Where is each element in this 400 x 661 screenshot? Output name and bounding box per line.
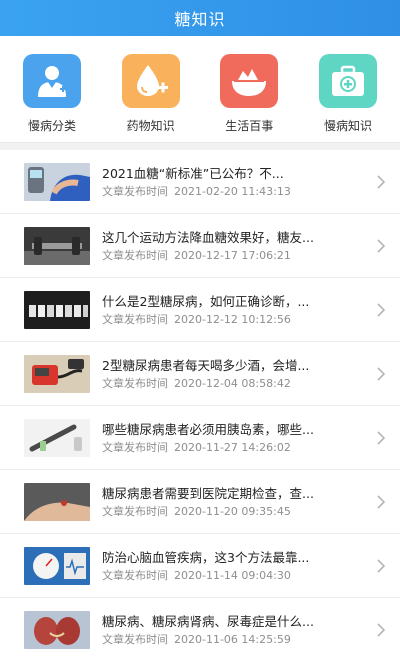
category-label: 慢病分类 [27, 119, 76, 133]
drop-plus-icon [121, 54, 180, 108]
article-item[interactable]: 2型糖尿病患者每天喝多少酒，会增... 文章发布时间 2020-12-04 08:… [0, 342, 400, 406]
article-meta: 文章发布时间 2020-11-20 09:35:45 [102, 505, 368, 519]
chevron-right-icon [377, 174, 386, 189]
article-title: 防治心脑血管疾病，这3个方法最靠... [102, 549, 310, 565]
publish-label: 文章发布时间 [102, 248, 168, 262]
article-title: 这几个运动方法降血糖效果好，糖友... [102, 229, 314, 245]
category-life-tips[interactable]: 生活百事 [215, 54, 283, 142]
article-thumbnail [24, 162, 90, 201]
publish-label: 文章发布时间 [102, 376, 168, 390]
article-meta: 文章发布时间 2021-02-20 11:43:13 [102, 185, 368, 199]
medical-kit-icon [318, 54, 377, 108]
article-thumbnail [24, 546, 90, 585]
publish-date: 2020-12-17 17:06:21 [174, 248, 291, 262]
article-meta: 文章发布时间 2020-12-17 17:06:21 [102, 249, 368, 263]
section-divider [0, 142, 400, 150]
publish-label: 文章发布时间 [102, 312, 168, 326]
article-item[interactable]: 什么是2型糖尿病，如何正确诊断，... 文章发布时间 2020-12-12 10:… [0, 278, 400, 342]
category-label: 药物知识 [126, 119, 175, 133]
article-item[interactable]: 糖尿病、糖尿病肾病、尿毒症是什么... 文章发布时间 2020-11-06 14:… [0, 598, 400, 661]
article-meta: 文章发布时间 2020-11-27 14:26:02 [102, 441, 368, 455]
category-chronic-types[interactable]: 慢病分类 [18, 54, 86, 142]
article-title: 什么是2型糖尿病，如何正确诊断，... [102, 293, 310, 309]
publish-label: 文章发布时间 [102, 504, 168, 518]
article-title: 糖尿病、糖尿病肾病、尿毒症是什么... [102, 613, 314, 629]
publish-label: 文章发布时间 [102, 632, 168, 646]
chevron-right-icon [377, 558, 386, 573]
category-label: 生活百事 [225, 119, 274, 133]
article-thumbnail [24, 610, 90, 649]
article-title: 糖尿病患者需要到医院定期检查，查... [102, 485, 314, 501]
chevron-right-icon [377, 622, 386, 637]
article-item[interactable]: 2021血糖“新标准”已公布？不... 文章发布时间 2021-02-20 11:… [0, 150, 400, 214]
article-item[interactable]: 哪些糖尿病患者必须用胰岛素，哪些... 文章发布时间 2020-11-27 14:… [0, 406, 400, 470]
publish-date: 2020-11-14 09:04:30 [174, 568, 291, 582]
category-bar: 慢病分类 药物知识 生活百事 慢病知识 [0, 36, 400, 142]
article-thumbnail [24, 290, 90, 329]
publish-date: 2020-11-27 14:26:02 [174, 440, 291, 454]
doctor-icon [23, 54, 81, 108]
category-label: 慢病知识 [323, 119, 372, 133]
article-thumbnail [24, 226, 90, 265]
article-meta: 文章发布时间 2020-11-14 09:04:30 [102, 569, 368, 583]
chevron-right-icon [377, 238, 386, 253]
publish-date: 2020-11-06 14:25:59 [174, 632, 291, 646]
publish-date: 2020-12-12 10:12:56 [174, 312, 291, 326]
chevron-right-icon [377, 302, 386, 317]
article-title: 哪些糖尿病患者必须用胰岛素，哪些... [102, 421, 314, 437]
chevron-right-icon [377, 430, 386, 445]
article-meta: 文章发布时间 2020-12-04 08:58:42 [102, 377, 368, 391]
app-header: 糖知识 [0, 0, 400, 36]
publish-label: 文章发布时间 [102, 184, 168, 198]
publish-label: 文章发布时间 [102, 568, 168, 582]
article-list: 2021血糖“新标准”已公布？不... 文章发布时间 2021-02-20 11:… [0, 150, 400, 661]
article-meta: 文章发布时间 2020-12-12 10:12:56 [102, 313, 368, 327]
publish-date: 2021-02-20 11:43:13 [174, 184, 291, 198]
publish-date: 2020-11-20 09:35:45 [174, 504, 291, 518]
article-thumbnail [24, 354, 90, 393]
article-item[interactable]: 防治心脑血管疾病，这3个方法最靠... 文章发布时间 2020-11-14 09:… [0, 534, 400, 598]
chevron-right-icon [377, 494, 386, 509]
article-thumbnail [24, 482, 90, 521]
article-meta: 文章发布时间 2020-11-06 14:25:59 [102, 633, 368, 647]
page-title: 糖知识 [174, 10, 226, 29]
publish-label: 文章发布时间 [102, 440, 168, 454]
article-title: 2型糖尿病患者每天喝多少酒，会增... [102, 357, 310, 373]
chevron-right-icon [377, 366, 386, 381]
article-item[interactable]: 糖尿病患者需要到医院定期检查，查... 文章发布时间 2020-11-20 09:… [0, 470, 400, 534]
article-title: 2021血糖“新标准”已公布？不... [102, 165, 284, 181]
category-chronic-knowledge[interactable]: 慢病知识 [314, 54, 382, 142]
article-item[interactable]: 这几个运动方法降血糖效果好，糖友... 文章发布时间 2020-12-17 17:… [0, 214, 400, 278]
article-thumbnail [24, 418, 90, 457]
category-drug-knowledge[interactable]: 药物知识 [117, 54, 185, 142]
publish-date: 2020-12-04 08:58:42 [174, 376, 291, 390]
food-bowl-icon [220, 54, 279, 108]
